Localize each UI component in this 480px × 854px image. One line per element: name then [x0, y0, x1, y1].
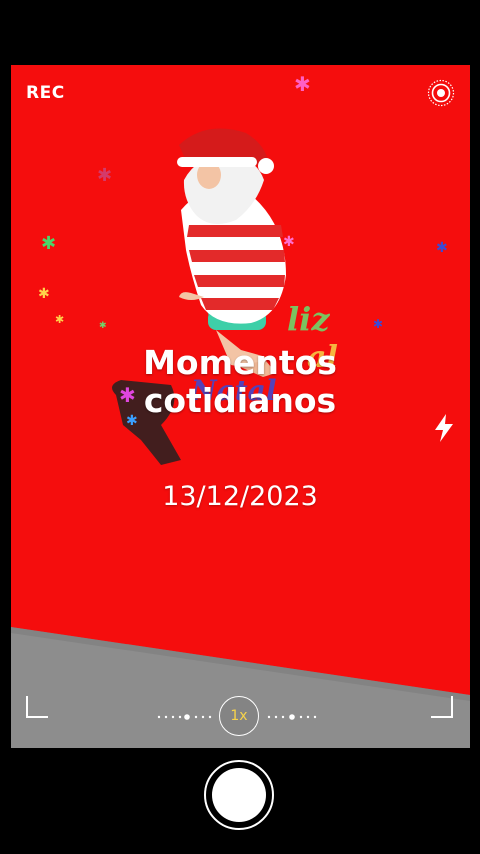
- shutter-button-inner[interactable]: [212, 768, 266, 822]
- svg-text:✱: ✱: [41, 233, 56, 254]
- rec-indicator: REC: [26, 83, 65, 103]
- zoom-scale-right[interactable]: [264, 714, 324, 720]
- svg-text:✱: ✱: [373, 317, 383, 331]
- svg-text:✱: ✱: [99, 321, 107, 331]
- overlay-date: 13/12/2023: [162, 481, 318, 512]
- title-line-1: Momentos: [143, 343, 337, 382]
- frame-corner-bottom-left-icon: [26, 696, 48, 718]
- zoom-level-button[interactable]: 1x: [219, 696, 259, 736]
- shutter-button[interactable]: [204, 760, 274, 830]
- overlay-title: Momentos cotidianos: [0, 344, 480, 420]
- svg-text:✱: ✱: [38, 286, 50, 302]
- santa-figure: [177, 128, 286, 377]
- live-photo-icon[interactable]: [427, 79, 455, 107]
- title-line-2: cotidianos: [143, 381, 337, 420]
- zoom-scale-left[interactable]: [156, 714, 216, 720]
- svg-text:✱: ✱: [436, 240, 448, 256]
- sign-text-1: liz: [287, 300, 330, 338]
- svg-text:✱: ✱: [294, 72, 311, 96]
- frame-corner-bottom-right-icon: [431, 696, 453, 718]
- svg-text:✱: ✱: [97, 165, 112, 186]
- svg-text:✱: ✱: [55, 313, 64, 326]
- svg-text:✱: ✱: [283, 234, 295, 250]
